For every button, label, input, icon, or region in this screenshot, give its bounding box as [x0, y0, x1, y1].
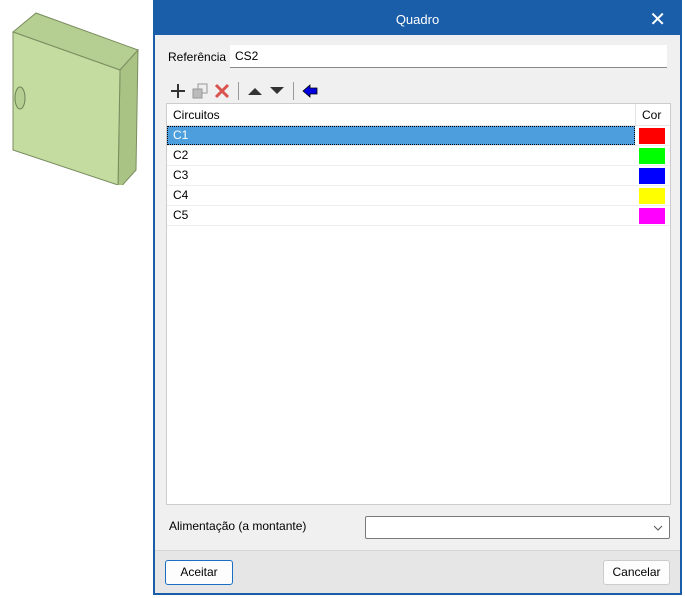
- table-header: Circuitos Cor: [167, 104, 670, 126]
- table-row[interactable]: C2: [167, 146, 670, 166]
- circuit-name: C2: [173, 148, 189, 162]
- close-icon[interactable]: ✕: [649, 6, 666, 34]
- color-swatch[interactable]: [639, 208, 665, 224]
- header-circuitos[interactable]: Circuitos: [167, 104, 635, 125]
- supply-select[interactable]: [365, 516, 670, 539]
- delete-icon[interactable]: [211, 81, 233, 101]
- cancel-button[interactable]: Cancelar: [603, 560, 670, 585]
- dialog-footer: Aceitar Cancelar: [155, 550, 680, 593]
- arrow-down-icon[interactable]: [266, 81, 288, 101]
- quadro-dialog: Quadro ✕ Referência Circuitos Cor C1 C2 C3…: [153, 0, 682, 595]
- electrical-panel-preview: [12, 12, 139, 185]
- supply-label: Alimentação (a montante): [169, 519, 307, 533]
- title-bar: Quadro ✕: [155, 2, 680, 35]
- color-swatch[interactable]: [639, 168, 665, 184]
- reference-label: Referência: [168, 50, 227, 64]
- table-row[interactable]: C1: [167, 126, 670, 146]
- copy-icon[interactable]: [189, 81, 211, 101]
- toolbar-separator: [238, 82, 239, 100]
- chevron-down-icon: [653, 525, 663, 531]
- header-cor[interactable]: Cor: [635, 104, 670, 125]
- toolbar-separator: [293, 82, 294, 100]
- table-row[interactable]: C3: [167, 166, 670, 186]
- toolbar: [167, 81, 321, 101]
- color-swatch[interactable]: [639, 188, 665, 204]
- color-swatch[interactable]: [639, 148, 665, 164]
- circuit-name: C3: [173, 168, 189, 182]
- arrow-left-icon[interactable]: [299, 81, 321, 101]
- dialog-title: Quadro: [395, 12, 440, 27]
- circuits-table: Circuitos Cor C1 C2 C3 C4 C5: [166, 103, 671, 505]
- arrow-up-icon[interactable]: [244, 81, 266, 101]
- circuit-name: C4: [173, 188, 189, 202]
- table-row[interactable]: C4: [167, 186, 670, 206]
- circuit-name: C1: [167, 126, 635, 145]
- color-swatch[interactable]: [639, 128, 665, 144]
- circuit-name: C5: [173, 208, 189, 222]
- table-row[interactable]: C5: [167, 206, 670, 226]
- reference-input[interactable]: [230, 45, 667, 68]
- accept-button[interactable]: Aceitar: [165, 560, 233, 585]
- plus-icon[interactable]: [167, 81, 189, 101]
